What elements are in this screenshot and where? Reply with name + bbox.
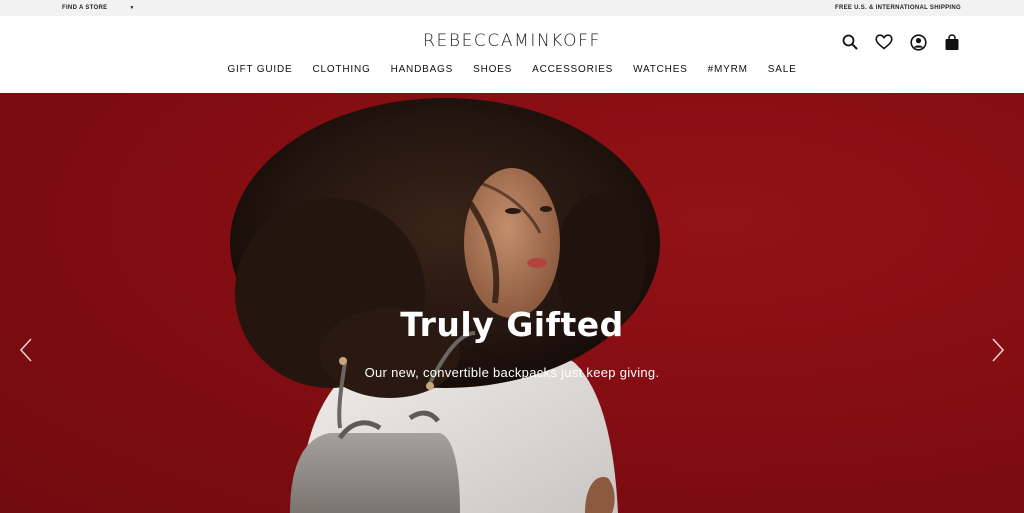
nav-item-sale[interactable]: SALE bbox=[758, 64, 807, 75]
nav-item-clothing[interactable]: CLOTHING bbox=[302, 64, 380, 75]
hero-banner[interactable]: Truly Gifted Our new, convertible backpa… bbox=[0, 93, 1024, 513]
heart-icon[interactable] bbox=[874, 33, 894, 51]
header-icons bbox=[840, 33, 962, 51]
nav-item-watches[interactable]: WATCHES bbox=[623, 64, 698, 75]
shipping-banner: FREE U.S. & INTERNATIONAL SHIPPING bbox=[835, 5, 961, 11]
account-icon[interactable] bbox=[908, 33, 928, 51]
caret-down-icon[interactable]: ▼ bbox=[129, 5, 134, 11]
utility-bar: FIND A STORE ▼ FREE U.S. & INTERNATIONAL… bbox=[0, 0, 1024, 16]
hero-image bbox=[0, 93, 1024, 513]
nav-item-shoes[interactable]: SHOES bbox=[463, 64, 522, 75]
chevron-left-icon[interactable] bbox=[16, 337, 36, 363]
hero-title[interactable]: Truly Gifted bbox=[0, 305, 1024, 344]
main-navigation: GIFT GUIDE CLOTHING HANDBAGS SHOES ACCES… bbox=[0, 64, 1024, 75]
nav-item-accessories[interactable]: ACCESSORIES bbox=[522, 64, 623, 75]
logo-text-first: REBECCA bbox=[423, 31, 515, 51]
nav-item-gift-guide[interactable]: GIFT GUIDE bbox=[217, 64, 302, 75]
site-header: REBECCAMINKOFF GIFT GUIDE CLOTHING HANDB… bbox=[0, 16, 1024, 93]
hero-subtitle: Our new, convertible backpacks just keep… bbox=[364, 365, 660, 380]
find-a-store-dropdown[interactable]: FIND A STORE ▼ bbox=[62, 5, 135, 11]
search-icon[interactable] bbox=[840, 33, 860, 51]
nav-item-myrm[interactable]: #MYRM bbox=[698, 64, 758, 75]
shopping-bag-icon[interactable] bbox=[942, 33, 962, 51]
logo-text-second: MINKOFF bbox=[514, 31, 601, 51]
find-a-store-label[interactable]: FIND A STORE bbox=[62, 5, 107, 11]
nav-item-handbags[interactable]: HANDBAGS bbox=[381, 64, 464, 75]
chevron-right-icon[interactable] bbox=[988, 337, 1008, 363]
